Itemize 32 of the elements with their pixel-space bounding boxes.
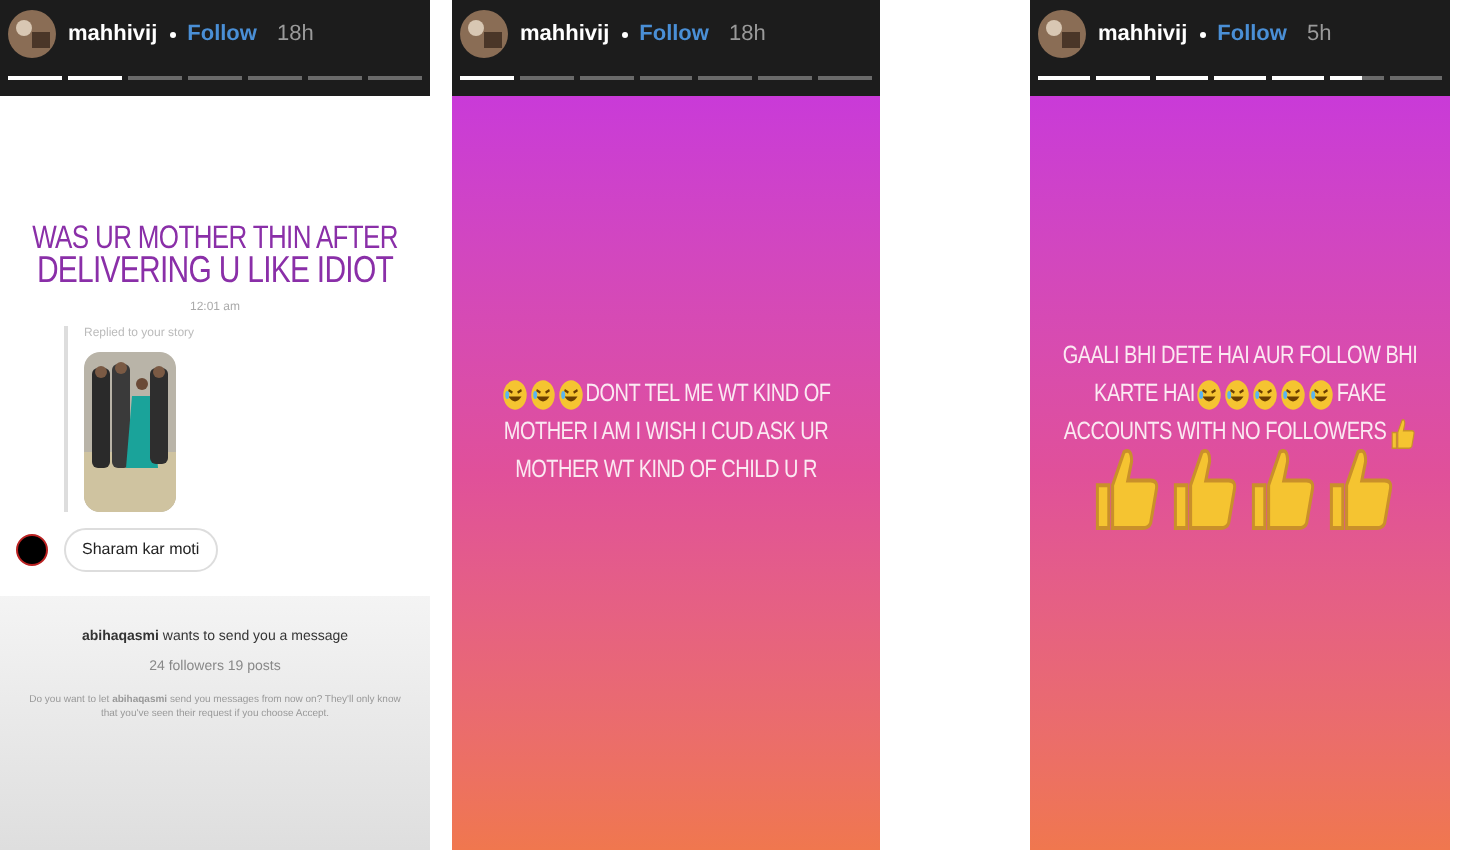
follow-link[interactable]: Follow [639,17,709,51]
dot-separator-icon [169,31,176,37]
laughing-emoji-icon [501,378,528,412]
laughing-emoji-icon [1224,378,1251,412]
avatar-icon [1038,10,1086,58]
laughing-emoji-icon [1196,378,1223,412]
sender-avatar-icon [16,534,48,566]
story-text: MOTHER I AM I WISH I CUD ASK UR [503,417,829,451]
post-time: 5h [1306,19,1332,50]
story-text: KARTE HAI [1094,379,1195,413]
post-time: 18h [728,19,766,50]
laughing-emoji-icon [1280,378,1307,412]
username[interactable]: mahhivij [520,17,610,51]
avatar-icon [8,10,56,58]
post-time: 18h [276,19,314,50]
username[interactable]: mahhivij [68,17,158,51]
story-text: GAALI BHI DETE HAI AUR FOLLOW BHI [1062,341,1418,375]
story-text: ACCOUNTS WITH NO FOLLOWERS [1063,417,1387,451]
laughing-emoji-icon [557,378,584,412]
message-bubble: Sharam kar moti [64,528,218,572]
laughing-emoji-icon [1308,378,1335,412]
dot-separator-icon [621,31,628,37]
story-text: FAKE [1336,379,1386,413]
follow-link[interactable]: Follow [187,17,257,51]
avatar-icon [460,10,508,58]
story-text: MOTHER WT KIND OF CHILD U R [515,455,817,489]
follow-link[interactable]: Follow [1217,17,1287,51]
laughing-emoji-icon [1252,378,1279,412]
dot-separator-icon [1199,31,1206,37]
username[interactable]: mahhivij [1098,17,1188,51]
story-text: DONT TEL ME WT KIND OF [585,379,831,413]
laughing-emoji-icon [529,378,556,412]
